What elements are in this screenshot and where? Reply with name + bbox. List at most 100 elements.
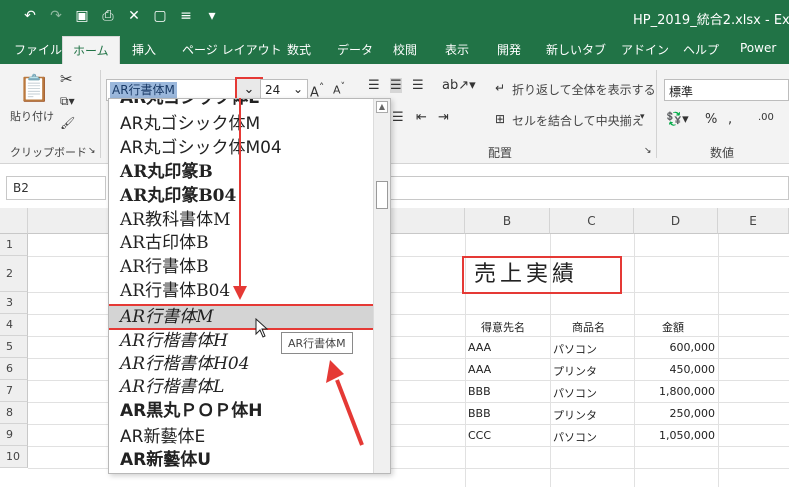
row-header[interactable]: 6 — [0, 358, 28, 380]
copy-icon[interactable]: ⧉▾ — [60, 94, 75, 109]
font-option[interactable]: AR丸ゴシック体M — [109, 113, 373, 136]
align-top-icon[interactable]: ☰ — [368, 78, 380, 93]
alignment-launcher-icon[interactable]: ↘ — [644, 146, 652, 156]
tab-formulas[interactable]: 数式 — [287, 41, 311, 58]
formula-bar[interactable] — [372, 176, 789, 200]
custom-icon[interactable]: ≡ — [176, 8, 196, 24]
header-cell-amount[interactable]: 金額 — [662, 319, 684, 335]
row-header[interactable]: 7 — [0, 380, 28, 402]
font-option[interactable]: AR行楷書体H04 — [109, 353, 373, 376]
font-option[interactable]: AR丸ゴシック体M04 — [109, 137, 373, 160]
table-cell[interactable]: パソコン — [553, 429, 597, 445]
row-header[interactable]: 9 — [0, 424, 28, 446]
column-header-c[interactable]: C — [550, 208, 634, 234]
name-box[interactable]: B2 — [6, 176, 106, 200]
header-cell-customer[interactable]: 得意先名 — [481, 319, 525, 335]
font-name-value[interactable]: AR行書体M — [110, 82, 177, 98]
font-option[interactable]: AR教科書体M — [109, 209, 373, 232]
font-option[interactable]: AR新藝体E — [109, 426, 373, 449]
increase-indent-icon[interactable]: ⇥ — [438, 110, 449, 125]
align-middle-icon[interactable]: ☰ — [390, 78, 402, 93]
decrease-font-icon[interactable]: A˅ — [333, 81, 345, 97]
format-painter-icon[interactable]: 🖌 — [60, 116, 75, 130]
number-format-value[interactable]: 標準 — [669, 83, 693, 100]
table-cell[interactable]: 1,050,000 — [634, 429, 715, 442]
tab-power[interactable]: Power — [740, 41, 776, 55]
tab-file[interactable]: ファイル — [14, 41, 62, 58]
font-size-value[interactable]: 24 — [265, 83, 280, 97]
merge-center-button[interactable]: セルを結合して中央揃え — [512, 112, 644, 129]
row-header[interactable]: 10 — [0, 446, 28, 468]
table-cell[interactable]: AAA — [468, 363, 491, 376]
merge-dropdown-icon[interactable]: ▾ — [640, 112, 645, 122]
tab-home[interactable]: ホーム — [62, 36, 120, 64]
font-option-selected[interactable]: AR行書体M — [109, 304, 375, 330]
row-header[interactable]: 5 — [0, 336, 28, 358]
dialog-launcher-icon[interactable]: ↘ — [88, 146, 96, 156]
decrease-indent-icon[interactable]: ⇤ — [416, 110, 427, 125]
wrap-text-icon[interactable]: ↵ — [495, 81, 505, 95]
table-cell[interactable]: 600,000 — [634, 341, 716, 354]
font-option[interactable]: AR丸ゴシック体L — [109, 99, 373, 110]
comma-icon[interactable]: , — [728, 112, 732, 127]
table-cell[interactable]: 1,800,000 — [634, 385, 715, 398]
font-option[interactable]: AR黒丸ＰＯＰ体H — [109, 400, 373, 423]
tab-insert[interactable]: 挿入 — [132, 41, 156, 58]
column-header-b[interactable]: B — [465, 208, 550, 234]
font-option[interactable]: AR古印体B — [109, 232, 373, 255]
font-option[interactable]: AR丸印篆B — [109, 161, 373, 184]
close-icon[interactable]: ✕ — [124, 8, 144, 24]
align-right-icon[interactable]: ☰ — [392, 110, 404, 125]
title-cell-b2[interactable]: 売上実績 — [462, 256, 622, 294]
scroll-up-arrow-icon[interactable]: ▲ — [376, 101, 388, 113]
table-cell[interactable]: 450,000 — [634, 363, 716, 376]
font-option[interactable]: AR行楷書体L — [109, 376, 373, 399]
table-cell[interactable]: パソコン — [553, 341, 597, 357]
align-bottom-icon[interactable]: ☰ — [412, 78, 424, 93]
paste-icon[interactable]: 📋 — [18, 74, 50, 104]
redo-icon[interactable]: ↷ — [46, 8, 66, 24]
font-option[interactable]: AR新藝体U — [109, 449, 373, 472]
tab-page-layout[interactable]: ページ レイアウト — [182, 41, 282, 58]
row-header[interactable]: 1 — [0, 234, 28, 256]
tab-new[interactable]: 新しいタブ — [546, 41, 606, 58]
font-option[interactable]: AR丸印篆B04 — [109, 185, 373, 208]
row-header[interactable]: 3 — [0, 292, 28, 314]
row-header[interactable]: 8 — [0, 402, 28, 424]
tab-developer[interactable]: 開発 — [497, 41, 521, 58]
dropdown-scrollbar[interactable]: ▲ — [373, 99, 390, 473]
tab-addins[interactable]: アドイン — [621, 41, 669, 58]
table-cell[interactable]: BBB — [468, 385, 491, 398]
tab-help[interactable]: ヘルプ — [683, 41, 719, 58]
font-dropdown-list[interactable]: AR丸ゴシック体L AR丸ゴシック体M AR丸ゴシック体M04 AR丸印篆B A… — [108, 98, 391, 474]
wrap-text-button[interactable]: 折り返して全体を表示する — [512, 81, 656, 98]
tab-view[interactable]: 表示 — [445, 41, 469, 58]
more-icon[interactable]: ▾ — [202, 8, 222, 24]
font-option[interactable]: AR行書体B — [109, 256, 373, 279]
table-cell[interactable]: プリンタ — [553, 407, 597, 423]
undo-icon[interactable]: ↶ — [20, 8, 40, 24]
tab-review[interactable]: 校閲 — [393, 41, 417, 58]
header-cell-product[interactable]: 商品名 — [572, 319, 605, 335]
number-format-box[interactable]: 標準 — [664, 79, 789, 101]
column-header-d[interactable]: D — [634, 208, 718, 234]
save-icon[interactable]: ▣ — [72, 8, 92, 24]
row-header[interactable]: 2 — [0, 256, 28, 292]
table-cell[interactable]: AAA — [468, 341, 491, 354]
column-header-e[interactable]: E — [718, 208, 789, 234]
table-cell[interactable]: パソコン — [553, 385, 597, 401]
font-size-arrow-icon[interactable]: ⌄ — [293, 82, 303, 96]
table-cell[interactable]: 250,000 — [634, 407, 716, 420]
paste-label[interactable]: 貼り付け — [10, 108, 54, 124]
new-file-icon[interactable]: ▢ — [150, 8, 170, 24]
scrollbar-thumb[interactable] — [376, 181, 388, 209]
currency-icon[interactable]: 💱▾ — [666, 112, 689, 127]
table-cell[interactable]: CCC — [468, 429, 491, 442]
percent-icon[interactable]: % — [705, 112, 717, 127]
select-all-corner[interactable] — [0, 208, 28, 234]
merge-center-icon[interactable]: ⊞ — [495, 112, 505, 126]
decimal-icon[interactable]: .00 — [758, 112, 774, 123]
table-cell[interactable]: プリンタ — [553, 363, 597, 379]
print-preview-icon[interactable]: ⎙ — [98, 8, 118, 24]
orientation-icon[interactable]: ab↗▾ — [442, 78, 476, 93]
